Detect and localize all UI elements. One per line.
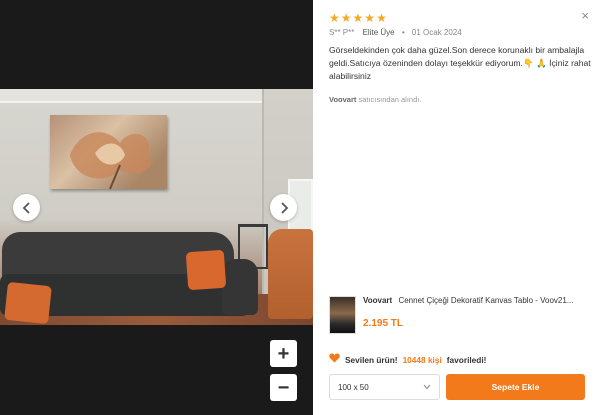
- previous-image-button[interactable]: [13, 194, 40, 221]
- meta-separator: •: [401, 28, 405, 37]
- star-icon: ★: [376, 11, 387, 25]
- size-select-value: 100 x 50: [338, 382, 369, 392]
- favorite-prefix: Sevilen ürün!: [345, 354, 398, 365]
- size-select[interactable]: 100 x 50: [329, 374, 440, 400]
- product-thumbnail[interactable]: [329, 296, 356, 334]
- member-badge: Elite Üye: [362, 28, 395, 37]
- star-icon: ★: [340, 11, 352, 25]
- product-title[interactable]: Voovart Cennet Çiçeği Dekoratif Kanvas T…: [363, 296, 589, 305]
- seller-suffix: satıcısından alındı.: [358, 95, 422, 104]
- photo-pillow: [185, 249, 227, 291]
- photo-armchair: [268, 229, 313, 319]
- favorite-suffix: favoriledi!: [446, 354, 487, 365]
- add-to-cart-button[interactable]: Sepete Ekle: [446, 374, 585, 400]
- seller-name[interactable]: Voovart: [329, 95, 356, 104]
- chevron-right-icon: [280, 201, 288, 214]
- review-meta: S** P** Elite Üye • 01 Ocak 2024: [329, 28, 462, 37]
- review-panel: × ★ ★ ★ ★ ★ S** P** Elite Üye • 01 Ocak …: [313, 0, 600, 415]
- review-photo: [0, 89, 313, 325]
- photo-sofa-arm: [222, 259, 258, 315]
- chevron-left-icon: [22, 201, 30, 214]
- review-text: Görseldekinden çok daha güzel.Son derece…: [329, 45, 591, 81]
- image-viewer: + −: [0, 0, 313, 415]
- star-icon: ★: [352, 11, 364, 25]
- photo-canvas-painting: [50, 115, 167, 190]
- product-card[interactable]: Voovart Cennet Çiçeği Dekoratif Kanvas T…: [329, 294, 591, 336]
- heart-icon: [329, 353, 340, 366]
- review-date: 01 Ocak 2024: [411, 28, 462, 37]
- review-author: S** P**: [329, 28, 355, 37]
- zoom-in-button[interactable]: +: [270, 340, 297, 367]
- product-brand[interactable]: Voovart: [363, 296, 392, 305]
- rating-stars: ★ ★ ★ ★ ★: [329, 12, 387, 24]
- chevron-down-icon: [423, 382, 431, 392]
- favorite-info: Sevilen ürün! 10448 kişi favoriledi!: [329, 353, 486, 366]
- product-price: 2.195 TL: [363, 318, 404, 329]
- star-icon: ★: [329, 11, 340, 25]
- favorite-count: 10448 kişi: [402, 354, 442, 365]
- seller-info: Voovart satıcısından alındı.: [329, 95, 421, 104]
- next-image-button[interactable]: [270, 194, 297, 221]
- product-name[interactable]: Cennet Çiçeği Dekoratif Kanvas Tablo - V…: [398, 296, 573, 305]
- star-icon: ★: [364, 11, 376, 25]
- photo-pillow: [4, 281, 52, 325]
- close-button[interactable]: ×: [581, 8, 589, 23]
- zoom-out-button[interactable]: −: [270, 374, 297, 401]
